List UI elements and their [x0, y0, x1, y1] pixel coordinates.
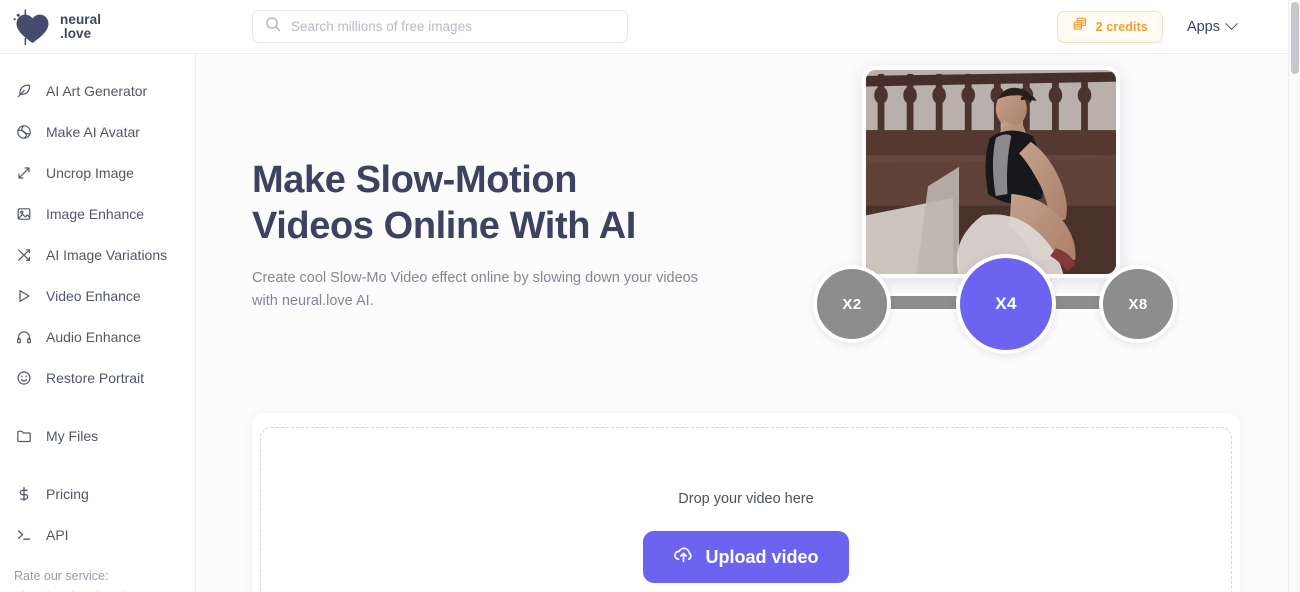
image-icon: [15, 205, 32, 222]
rate-service-block: Rate our service:: [0, 555, 195, 592]
upload-card: Drop your video here Upload video: [252, 413, 1240, 592]
sidebar-item-label: API: [46, 526, 69, 543]
cloud-upload-icon: [673, 544, 694, 570]
sidebar-item-label: Audio Enhance: [46, 328, 141, 345]
sidebar-item-pricing[interactable]: Pricing: [0, 473, 195, 514]
speed-option-x8[interactable]: X8: [1099, 265, 1177, 343]
sidebar-item-label: Uncrop Image: [46, 164, 134, 181]
smiley-face-icon: [15, 369, 32, 386]
logo-text: neural .love: [60, 11, 102, 41]
speed-option-x2[interactable]: X2: [813, 265, 891, 343]
top-header: neural .love Search millions of free ima…: [0, 0, 1288, 54]
feather-pen-icon: [15, 82, 32, 99]
play-icon: [15, 287, 32, 304]
dollar-icon: [15, 485, 32, 502]
hero-visual: X2 X4 X8: [804, 66, 1184, 354]
speed-option-label: X8: [1128, 295, 1148, 313]
sidebar-item-ai-art-generator[interactable]: AI Art Generator: [0, 70, 195, 111]
preview-video-thumbnail[interactable]: [862, 66, 1120, 278]
sidebar-item-label: AI Art Generator: [46, 82, 148, 99]
sidebar-item-image-enhance[interactable]: Image Enhance: [0, 193, 195, 234]
expand-arrows-icon: [15, 164, 32, 181]
search-icon: [265, 16, 281, 37]
apps-label: Apps: [1186, 18, 1220, 35]
credits-label: 2 credits: [1095, 19, 1148, 34]
page-scrollbar[interactable]: [1288, 0, 1300, 592]
sidebar-item-make-ai-avatar[interactable]: Make AI Avatar: [0, 111, 195, 152]
header-actions: 2 credits Apps: [1056, 10, 1238, 43]
speed-option-label: X2: [842, 295, 862, 313]
sidebar-item-my-files[interactable]: My Files: [0, 415, 195, 456]
apps-menu-button[interactable]: Apps: [1186, 17, 1238, 35]
sidebar-item-ai-image-variations[interactable]: AI Image Variations: [0, 234, 195, 275]
video-dropzone[interactable]: Drop your video here Upload video: [260, 427, 1232, 592]
terminal-prompt-icon: [15, 526, 32, 543]
sidebar-item-label: AI Image Variations: [46, 246, 168, 263]
folder-icon: [15, 427, 32, 444]
dropzone-label: Drop your video here: [678, 491, 814, 507]
headphones-icon: [15, 328, 32, 345]
chevron-down-icon: [1225, 17, 1238, 31]
sidebar-item-label: Image Enhance: [46, 205, 145, 222]
main-content: Make Slow-Motion Videos Online With AI C…: [196, 54, 1288, 592]
search-bar[interactable]: [252, 10, 628, 43]
sidebar-item-restore-portrait[interactable]: Restore Portrait: [0, 357, 195, 398]
page-title-line-1: Make Slow-Motion: [252, 159, 578, 201]
page-root: neural .love Search millions of free ima…: [0, 0, 1300, 592]
shuffle-icon: [15, 246, 32, 263]
rate-service-label: Rate our service:: [14, 569, 109, 583]
sidebar-item-label: My Files: [46, 427, 99, 444]
sidebar-item-label: Restore Portrait: [46, 369, 145, 386]
page-subtitle: Create cool Slow-Mo Video effect online …: [252, 270, 698, 309]
coins-icon: [1072, 16, 1088, 37]
logo-line-1: neural: [60, 11, 102, 27]
speed-option-x4[interactable]: X4: [956, 254, 1056, 354]
sidebar-item-audio-enhance[interactable]: Audio Enhance: [0, 316, 195, 357]
page-title-line-2: Videos Online With AI: [252, 205, 636, 247]
hero-copy: Make Slow-Motion Videos Online With AI C…: [252, 112, 772, 313]
logo-line-2: .love: [60, 25, 92, 41]
upload-video-button[interactable]: Upload video: [643, 531, 849, 583]
sidebar-divider-1: [0, 398, 195, 415]
sidebar-item-video-enhance[interactable]: Video Enhance: [0, 275, 195, 316]
sidebar-item-label: Pricing: [46, 485, 89, 502]
sidebar-item-label: Video Enhance: [46, 287, 141, 304]
credits-badge[interactable]: 2 credits: [1056, 10, 1163, 43]
sidebar-item-uncrop-image[interactable]: Uncrop Image: [0, 152, 195, 193]
search-input[interactable]: [291, 19, 615, 34]
sidebar: AI Art Generator Make AI Avatar Uncrop I…: [0, 54, 196, 592]
upload-video-button-label: Upload video: [705, 546, 819, 567]
speed-option-label: X4: [995, 294, 1017, 313]
sidebar-divider-2: [0, 456, 195, 473]
body: AI Art Generator Make AI Avatar Uncrop I…: [0, 54, 1288, 592]
sidebar-item-api[interactable]: API: [0, 514, 195, 555]
page-title: Make Slow-Motion Videos Online With AI: [252, 157, 772, 249]
logo[interactable]: neural .love: [0, 8, 196, 46]
sidebar-item-label: Make AI Avatar: [46, 123, 140, 140]
heart-sparkle-logo-icon: [12, 8, 52, 46]
scrollbar-thumb[interactable]: [1291, 2, 1299, 74]
avatar-globe-icon: [15, 123, 32, 140]
